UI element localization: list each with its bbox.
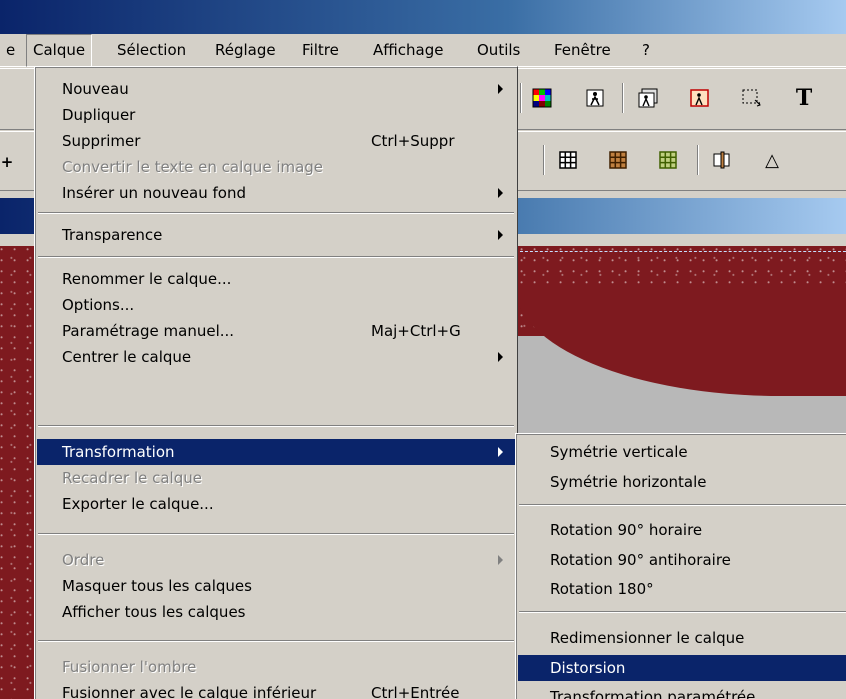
menu-fenetre[interactable]: Fenêtre <box>548 34 617 67</box>
menu-item-label: Rotation 90° horaire <box>550 521 703 539</box>
layer-figure-icon[interactable] <box>636 86 660 110</box>
add-icon[interactable]: + <box>0 150 14 174</box>
submenu-arrow-icon <box>498 84 503 94</box>
menu-item-label: Symétrie horizontale <box>550 473 707 491</box>
menu-separator <box>519 504 846 506</box>
submenu-item-rotation-antihoraire[interactable]: Rotation 90° antihoraire <box>518 547 846 573</box>
menu-item-label: Transparence <box>62 226 163 244</box>
menu-item-recadrer: Recadrer le calque <box>37 465 515 491</box>
menu-item-transformation[interactable]: Transformation <box>37 439 515 465</box>
menu-item-label: Convertir le texte en calque image <box>62 158 324 176</box>
menu-outils[interactable]: Outils <box>471 34 526 67</box>
transformation-submenu: Symétrie verticale Symétrie horizontale … <box>515 433 846 699</box>
menu-item-inserer-fond[interactable]: Insérer un nouveau fond <box>37 180 515 206</box>
menu-item-shortcut: Ctrl+Entrée <box>371 684 460 699</box>
menu-item-dupliquer[interactable]: Dupliquer <box>37 102 515 128</box>
menu-item-convertir-texte: Convertir le texte en calque image <box>37 154 515 180</box>
selection-rect-icon[interactable] <box>740 86 764 110</box>
menu-affichage[interactable]: Affichage <box>367 34 449 67</box>
menu-item-label: Redimensionner le calque <box>550 629 745 647</box>
menu-item-supprimer[interactable]: Supprimer Ctrl+Suppr <box>37 128 515 154</box>
toolbar-separator <box>697 145 699 175</box>
calque-dropdown-menu: Nouveau Dupliquer Supprimer Ctrl+Suppr Co… <box>34 66 518 699</box>
menu-item-nouveau[interactable]: Nouveau <box>37 76 515 102</box>
color-palette-icon[interactable] <box>530 86 554 110</box>
menu-item-transparence[interactable]: Transparence <box>37 222 515 248</box>
menu-item-label: Rotation 90° antihoraire <box>550 551 731 569</box>
layer-figure-red-icon[interactable] <box>688 86 712 110</box>
menu-separator <box>38 533 514 535</box>
menu-item-label: Paramétrage manuel... <box>62 322 235 340</box>
menu-item-label: Ordre <box>62 551 105 569</box>
menu-item-label: Options... <box>62 296 135 314</box>
grid-green-icon[interactable] <box>656 148 680 172</box>
menu-reglage[interactable]: Réglage <box>209 34 282 67</box>
submenu-item-symetrie-verticale[interactable]: Symétrie verticale <box>518 439 846 465</box>
menu-item-label: Fusionner avec le calque inférieur <box>62 684 317 699</box>
toolbar-separator <box>622 83 624 113</box>
menu-item-label: Symétrie verticale <box>550 443 688 461</box>
submenu-arrow-icon <box>498 352 503 362</box>
menu-separator <box>519 611 846 613</box>
submenu-arrow-icon <box>498 555 503 565</box>
menu-item-label: Transformation <box>62 443 175 461</box>
menu-item-fusionner-ombre: Fusionner l'ombre <box>37 654 515 680</box>
submenu-arrow-icon <box>498 188 503 198</box>
menu-help[interactable]: ? <box>636 34 656 67</box>
menu-fichier-partial[interactable]: e <box>0 34 21 67</box>
menu-item-ordre: Ordre <box>37 547 515 573</box>
menu-separator <box>38 425 514 427</box>
toolbar-separator <box>543 145 545 175</box>
selection-marquee <box>515 251 846 252</box>
toolbar-separator <box>520 83 522 113</box>
app-title-bar <box>0 0 846 34</box>
menu-item-label: Renommer le calque... <box>62 270 232 288</box>
text-tool-icon[interactable]: T <box>792 85 816 111</box>
menu-item-label: Dupliquer <box>62 106 136 124</box>
submenu-item-transformation-parametree[interactable]: Transformation paramétrée <box>518 684 846 699</box>
menu-item-shortcut: Maj+Ctrl+G <box>371 322 461 340</box>
menu-selection[interactable]: Sélection <box>111 34 192 67</box>
menu-item-label: Fusionner l'ombre <box>62 658 197 676</box>
menu-item-label: Centrer le calque <box>62 348 192 366</box>
menu-item-label: Distorsion <box>550 659 626 677</box>
submenu-item-redimensionner[interactable]: Redimensionner le calque <box>518 625 846 651</box>
submenu-arrow-icon <box>498 447 503 457</box>
menu-separator <box>38 256 514 258</box>
menu-item-label: Insérer un nouveau fond <box>62 184 247 202</box>
menu-item-centrer[interactable]: Centrer le calque <box>37 344 515 370</box>
submenu-item-symetrie-horizontale[interactable]: Symétrie horizontale <box>518 469 846 495</box>
submenu-item-rotation-horaire[interactable]: Rotation 90° horaire <box>518 517 846 543</box>
menu-item-label: Afficher tous les calques <box>62 603 246 621</box>
layer-edge-icon[interactable] <box>710 148 734 172</box>
menu-item-afficher-calques[interactable]: Afficher tous les calques <box>37 599 515 625</box>
menu-item-label: Nouveau <box>62 80 129 98</box>
menu-separator <box>38 212 514 214</box>
submenu-item-rotation-180[interactable]: Rotation 180° <box>518 576 846 602</box>
menu-calque[interactable]: Calque <box>26 34 93 67</box>
menu-item-parametrage-manuel[interactable]: Paramétrage manuel... Maj+Ctrl+G <box>37 318 515 344</box>
menu-item-label: Recadrer le calque <box>62 469 202 487</box>
menu-bar: e Calque Sélection Réglage Filtre Affich… <box>0 34 846 67</box>
menu-item-options[interactable]: Options... <box>37 292 515 318</box>
menu-item-renommer[interactable]: Renommer le calque... <box>37 266 515 292</box>
grid-brown-icon[interactable] <box>606 148 630 172</box>
menu-item-shortcut: Ctrl+Suppr <box>371 132 455 150</box>
menu-item-label: Rotation 180° <box>550 580 654 598</box>
menu-item-exporter[interactable]: Exporter le calque... <box>37 491 515 517</box>
drop-icon[interactable]: △ <box>760 148 784 172</box>
menu-item-label: Exporter le calque... <box>62 495 214 513</box>
submenu-item-distorsion[interactable]: Distorsion <box>518 655 846 681</box>
menu-item-masquer-calques[interactable]: Masquer tous les calques <box>37 573 515 599</box>
submenu-arrow-icon <box>498 230 503 240</box>
menu-filtre[interactable]: Filtre <box>296 34 345 67</box>
menu-separator <box>38 640 514 642</box>
menu-item-label: Transformation paramétrée <box>550 688 756 699</box>
cutout-figure-icon[interactable] <box>583 86 607 110</box>
menu-item-label: Supprimer <box>62 132 141 150</box>
menu-item-fusionner-inferieur[interactable]: Fusionner avec le calque inférieur Ctrl+E… <box>37 680 515 699</box>
menu-item-label: Masquer tous les calques <box>62 577 252 595</box>
grid-dark-icon[interactable] <box>556 148 580 172</box>
